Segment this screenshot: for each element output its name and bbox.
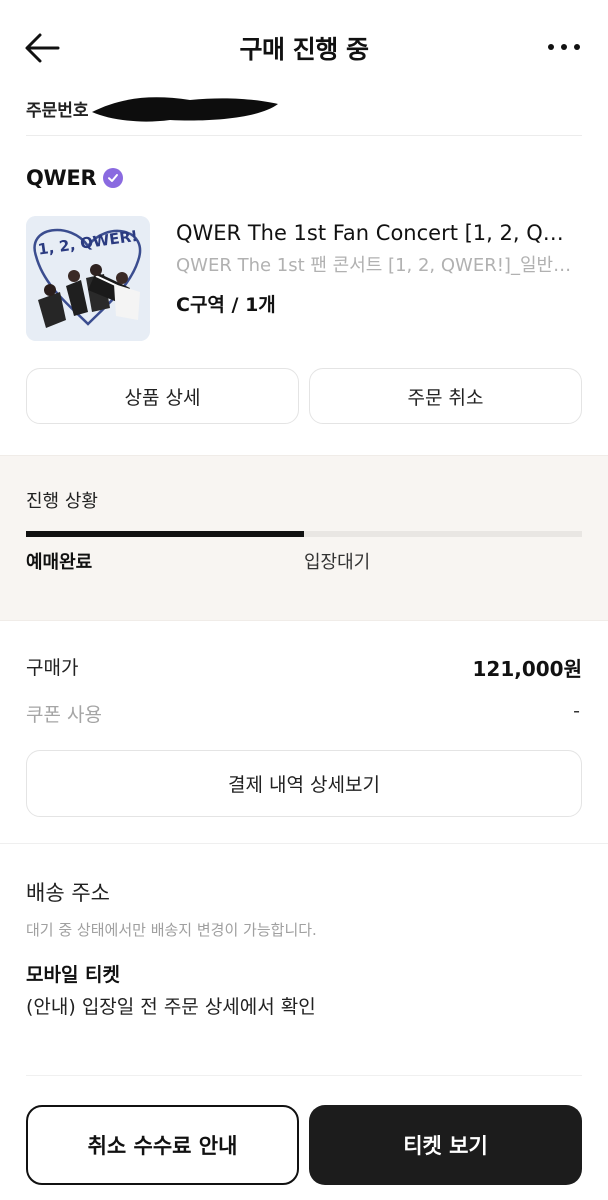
footer-divider [26, 1075, 582, 1076]
verified-check-icon [103, 168, 124, 188]
more-button[interactable] [548, 38, 580, 56]
product-title[interactable]: QWER The 1st Fan Concert [1, 2, QWER!] [176, 221, 582, 245]
product-thumbnail[interactable]: 1, 2, QWER! [26, 216, 150, 341]
payment-detail-button[interactable]: 결제 내역 상세보기 [26, 750, 582, 817]
progress-title: 진행 상황 [26, 491, 98, 512]
price-label: 구매가 [26, 657, 79, 679]
product-option: C구역 / 1개 [176, 294, 276, 316]
progress-fill [26, 531, 304, 537]
cancel-fee-info-button[interactable]: 취소 수수료 안내 [26, 1105, 299, 1185]
coupon-value: - [573, 700, 580, 722]
brand-name: QWER [26, 166, 97, 190]
order-cancel-button[interactable]: 주문 취소 [309, 368, 582, 424]
order-number-label: 주문번호 [26, 101, 89, 121]
delivery-address-title: 배송 주소 [26, 881, 110, 905]
progress-track [26, 531, 582, 537]
progress-step-completed: 예매완료 [26, 552, 93, 573]
order-number-row: 주문번호 [26, 96, 582, 136]
coupon-label: 쿠폰 사용 [26, 704, 102, 726]
product-subtitle: QWER The 1st 팬 콘서트 [1, 2, QWER!]_일반판매 [176, 255, 576, 276]
view-ticket-button[interactable]: 티켓 보기 [309, 1105, 582, 1185]
progress-step-waiting: 입장대기 [304, 552, 371, 573]
progress-section: 진행 상황 예매완료 입장대기 [0, 455, 608, 621]
product-detail-button[interactable]: 상품 상세 [26, 368, 299, 424]
header: 구매 진행 중 [0, 0, 608, 96]
mobile-ticket-description: (안내) 입장일 전 주문 상세에서 확인 [26, 996, 316, 1018]
page-title: 구매 진행 중 [239, 35, 369, 64]
delivery-address-note: 대기 중 상태에서만 배송지 변경이 가능합니다. [26, 921, 317, 939]
more-horizontal-icon [548, 44, 554, 50]
price-value: 121,000원 [472, 657, 583, 681]
section-divider [0, 843, 608, 844]
mobile-ticket-title: 모바일 티켓 [26, 964, 121, 986]
redaction-mark [92, 97, 278, 122]
brand-row[interactable]: QWER [26, 166, 124, 190]
